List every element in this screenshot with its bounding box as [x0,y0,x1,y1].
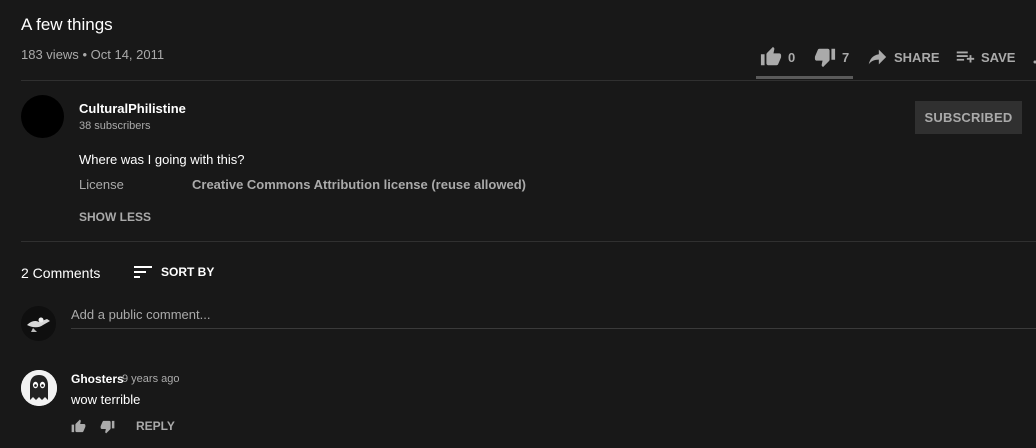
meta-separator: • [82,47,87,62]
comment-timestamp[interactable]: 9 years ago [122,373,179,385]
comment-author[interactable]: Ghosters [71,372,124,386]
channel-avatar[interactable] [21,95,64,138]
like-ratio-bar [756,76,853,79]
playlist-add-icon [956,51,975,63]
subscribe-button[interactable]: SUBSCRIBED [915,101,1022,134]
comment-text: wow terrible [71,392,141,407]
comment-dislike-button[interactable] [100,419,115,439]
sort-by-label: SORT BY [161,265,215,279]
license-label: License [79,177,124,192]
license-link[interactable]: Creative Commons Attribution license (re… [192,177,526,192]
share-arrow-icon [868,49,887,65]
ghost-avatar-icon [21,370,57,406]
view-count: 183 views [21,47,79,62]
share-button[interactable]: SHARE [866,44,940,70]
user-avatar [21,306,56,341]
show-less-button[interactable]: SHOW LESS [79,210,151,224]
add-comment-input[interactable]: Add a public comment... [71,307,210,322]
thumb-down-icon [100,420,115,434]
description-text: Where was I going with this? [79,152,245,167]
header-divider [21,80,1036,81]
user-avatar-image-icon [21,306,56,341]
comments-count: 2 Comments [21,265,101,281]
like-count: 0 [788,49,796,65]
video-title: A few things [21,15,113,34]
more-actions-icon[interactable] [1030,53,1036,64]
save-button[interactable]: SAVE [954,44,1015,70]
dislike-count: 7 [842,49,850,65]
dislike-button[interactable]: 7 [814,44,849,70]
reply-button[interactable]: REPLY [136,419,175,433]
thumb-down-icon [814,48,836,68]
comment-like-button[interactable] [71,419,86,439]
save-label: SAVE [981,49,1016,65]
share-label: SHARE [894,49,940,65]
thumb-up-icon [71,419,86,433]
thumb-up-icon [760,46,782,66]
sort-by-button[interactable]: SORT BY [134,264,214,280]
description-divider [21,241,1036,242]
channel-name[interactable]: CulturalPhilistine [79,101,186,116]
subscriber-count: 38 subscribers [79,120,151,132]
add-comment-underline [71,328,1036,329]
video-meta: 183 views • Oct 14, 2011 [21,47,164,62]
more-dot-icon [1033,60,1036,64]
comment-author-avatar[interactable] [21,370,57,406]
sort-lines-icon [134,266,152,278]
like-button[interactable]: 0 [760,44,795,70]
upload-date: Oct 14, 2011 [90,47,165,62]
